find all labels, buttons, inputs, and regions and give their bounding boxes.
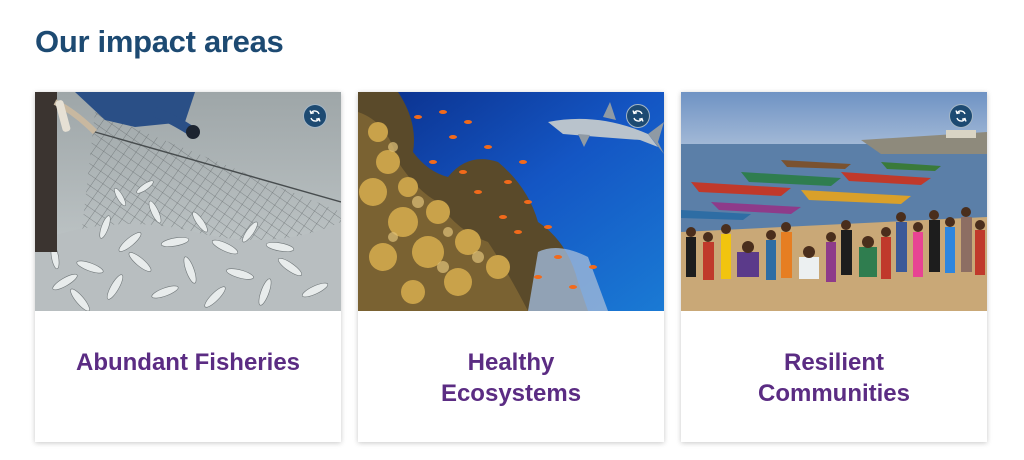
refresh-icon [309,110,321,122]
flip-card-button[interactable] [303,104,327,128]
card-body: Healthy Ecosystems [358,311,664,442]
fisheries-image [35,92,341,311]
communities-image [681,92,987,311]
impact-card-ecosystems[interactable]: Healthy Ecosystems [358,92,664,442]
ecosystems-image [358,92,664,311]
card-body: Resilient Communities [681,311,987,442]
refresh-icon [955,110,967,122]
card-title: Healthy Ecosystems [440,349,582,407]
coral-reef-shark-photo [358,92,664,311]
refresh-icon [632,110,644,122]
beach-fishing-community-photo [681,92,987,311]
impact-card-fisheries[interactable]: Abundant Fisheries [35,92,341,442]
card-body: Abundant Fisheries [35,311,341,442]
impact-card-communities[interactable]: Resilient Communities [681,92,987,442]
card-title: Resilient Communities [757,349,910,407]
impact-cards: Abundant Fisheries Healthy Ecosystems Re… [35,92,987,442]
flip-card-button[interactable] [626,104,650,128]
fishing-net-catch-photo [35,92,341,311]
section-heading: Our impact areas [35,24,284,59]
card-title: Abundant Fisheries [75,349,301,376]
flip-card-button[interactable] [949,104,973,128]
